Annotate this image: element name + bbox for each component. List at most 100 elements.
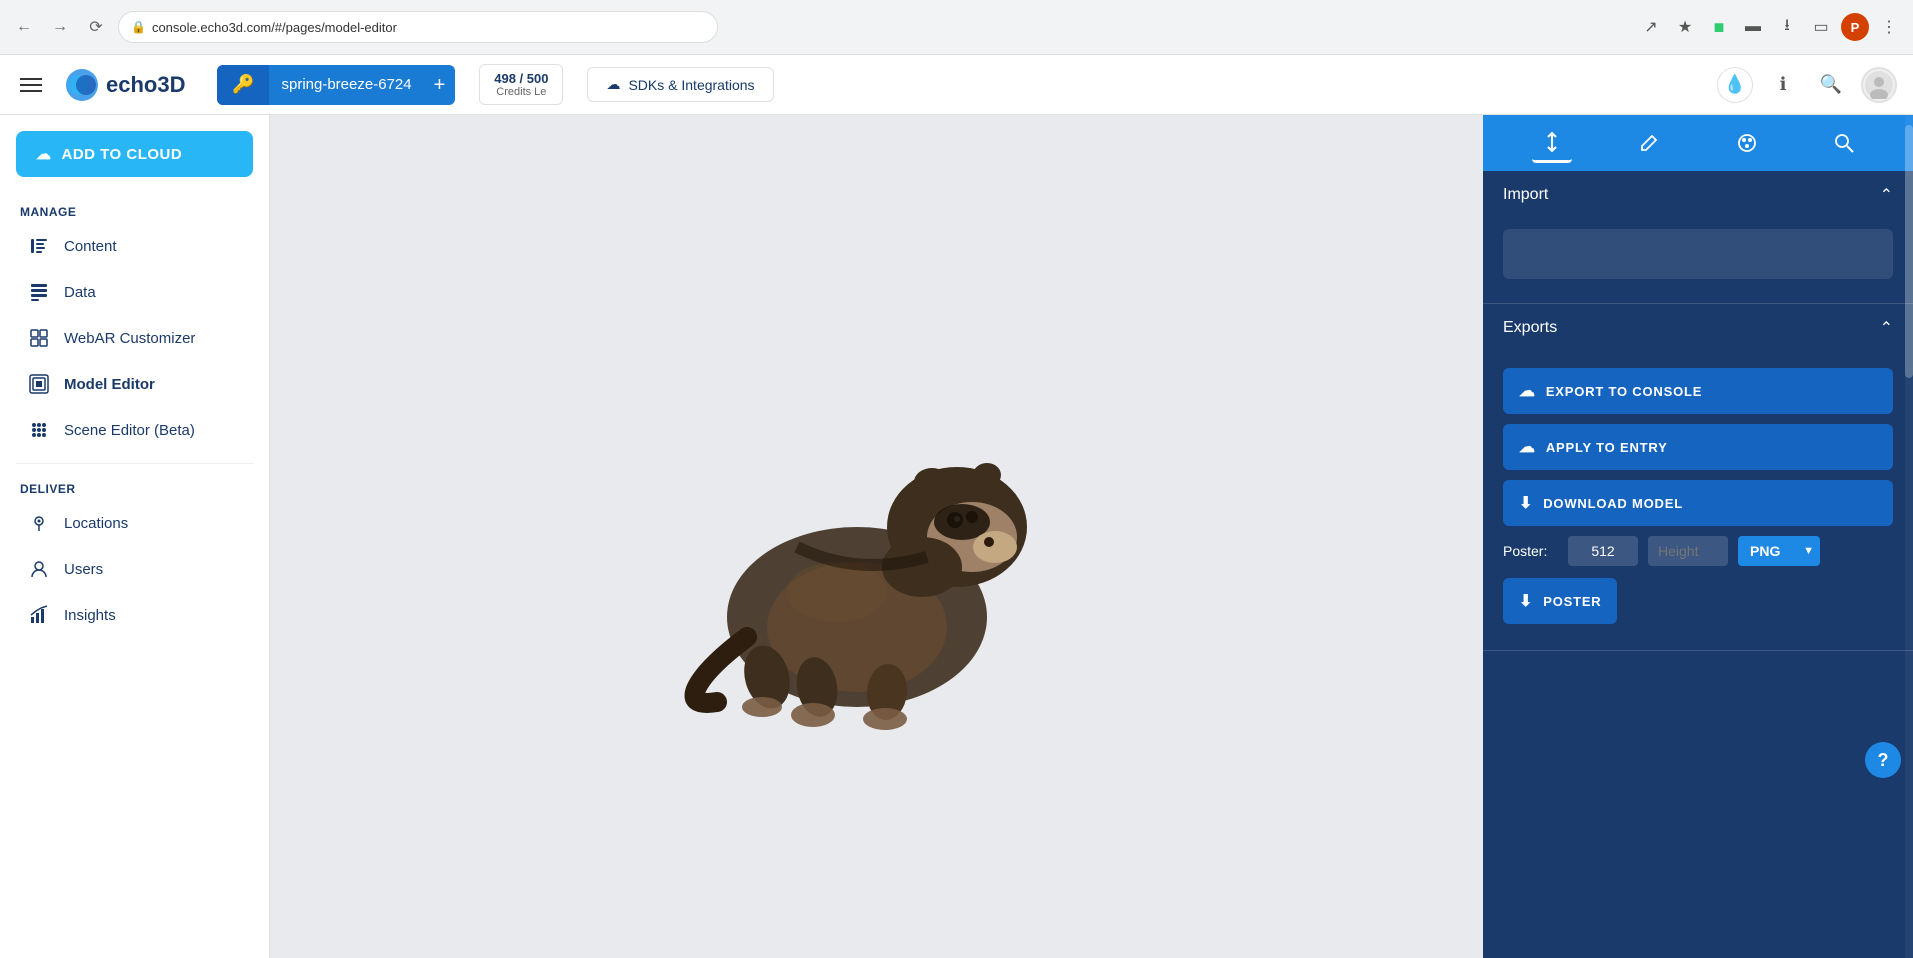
forward-button[interactable]: → — [46, 13, 74, 41]
sidebar-item-scene-editor[interactable]: Scene Editor (Beta) — [8, 407, 261, 453]
project-selector[interactable]: 🔑 spring-breeze-6724 + — [217, 65, 455, 105]
exports-section: Exports ⌃ ☁ EXPORT TO CONSOLE ☁ APPLY TO… — [1483, 304, 1913, 651]
hamburger-menu-button[interactable] — [16, 69, 48, 101]
sidebar-scene-editor-label: Scene Editor (Beta) — [64, 422, 195, 439]
sidebar: ☁ ADD TO CLOUD MANAGE Content Data — [0, 115, 270, 958]
address-bar[interactable]: 🔒 console.echo3d.com/#/pages/model-edito… — [118, 11, 718, 43]
search-tool-button[interactable] — [1824, 123, 1864, 163]
top-nav-right: 💧 ℹ 🔍 — [1717, 67, 1897, 103]
format-select-wrapper: PNG JPG WEBP ▼ — [1738, 536, 1820, 566]
sidebar-manage-title: MANAGE — [0, 197, 269, 223]
sidebar-divider — [16, 463, 253, 464]
add-to-cloud-icon: ☁ — [36, 145, 52, 163]
hamburger-line-3 — [20, 90, 42, 92]
share-icon[interactable]: ↗ — [1637, 13, 1665, 41]
panel-scrollbar[interactable] — [1905, 115, 1913, 958]
export-console-label: EXPORT TO CONSOLE — [1546, 384, 1702, 399]
browser-right-icons: ↗ ★ ■ ▬ ⭳ ▭ P ⋮ — [1637, 13, 1903, 41]
import-section-header[interactable]: Import ⌃ — [1483, 171, 1913, 219]
export-to-console-button[interactable]: ☁ EXPORT TO CONSOLE — [1503, 368, 1893, 414]
import-section-content — [1483, 219, 1913, 303]
sidebar-item-webar[interactable]: WebAR Customizer — [8, 315, 261, 361]
download-model-button[interactable]: ⬇ DOWNLOAD MODEL — [1503, 480, 1893, 526]
exports-chevron: ⌃ — [1880, 318, 1893, 338]
apply-entry-label: APPLY TO ENTRY — [1546, 440, 1668, 455]
import-title: Import — [1503, 186, 1548, 204]
locations-icon — [28, 512, 50, 534]
model-viewport — [270, 115, 1483, 958]
sidebar-item-locations[interactable]: Locations — [8, 500, 261, 546]
user-avatar[interactable] — [1861, 67, 1897, 103]
info-button[interactable]: ℹ — [1765, 67, 1801, 103]
sdk-integrations-button[interactable]: ☁ SDKs & Integrations — [587, 67, 773, 102]
sidebar-webar-label: WebAR Customizer — [64, 330, 195, 347]
content-icon — [28, 235, 50, 257]
apply-to-entry-button[interactable]: ☁ APPLY TO ENTRY — [1503, 424, 1893, 470]
app-container: echo3D 🔑 spring-breeze-6724 + 498 / 500 … — [0, 55, 1913, 958]
chrome-user-avatar[interactable]: P — [1841, 13, 1869, 41]
poster-height-placeholder[interactable] — [1648, 536, 1728, 566]
reload-button[interactable]: ⟳ — [82, 13, 110, 41]
users-icon — [28, 558, 50, 580]
exports-title: Exports — [1503, 319, 1557, 337]
hamburger-line-2 — [20, 84, 42, 86]
sidebar-item-content[interactable]: Content — [8, 223, 261, 269]
sidebar-deliver-title: DELIVER — [0, 474, 269, 500]
exports-section-header[interactable]: Exports ⌃ — [1483, 304, 1913, 352]
import-drop-area[interactable] — [1503, 229, 1893, 279]
search-icon — [1833, 132, 1855, 154]
sidebar-users-label: Users — [64, 561, 103, 578]
water-drop-icon[interactable]: 💧 — [1717, 67, 1753, 103]
sidebar-item-insights[interactable]: Insights — [8, 592, 261, 638]
chrome-menu-icon[interactable]: ⋮ — [1875, 13, 1903, 41]
sidebar-model-editor-label: Model Editor — [64, 376, 155, 393]
sidebar-locations-label: Locations — [64, 515, 128, 532]
data-icon — [28, 281, 50, 303]
project-name: spring-breeze-6724 — [269, 76, 423, 93]
ferret-model — [617, 327, 1137, 747]
project-key-icon: 🔑 — [217, 65, 269, 105]
sidebar-content-label: Content — [64, 238, 117, 255]
add-to-cloud-button[interactable]: ☁ ADD TO CLOUD — [16, 131, 253, 177]
back-button[interactable]: ← — [10, 13, 38, 41]
logo[interactable]: echo3D — [64, 67, 185, 103]
bookmark-icon[interactable]: ★ — [1671, 13, 1699, 41]
materials-tool-button[interactable] — [1727, 123, 1767, 163]
extension-green-icon[interactable]: ■ — [1705, 13, 1733, 41]
edit-tool-button[interactable] — [1629, 123, 1669, 163]
cast-icon[interactable]: ▭ — [1807, 13, 1835, 41]
sidebar-data-label: Data — [64, 284, 96, 301]
poster-button[interactable]: ⬇ POSTER — [1503, 578, 1617, 624]
echo3d-logo-icon — [64, 67, 100, 103]
help-button[interactable]: ? — [1865, 742, 1901, 778]
poster-format-select[interactable]: PNG JPG WEBP — [1738, 536, 1820, 566]
poster-icon: ⬇ — [1519, 591, 1533, 611]
poster-label-btn: POSTER — [1543, 594, 1601, 609]
exports-section-content: ☁ EXPORT TO CONSOLE ☁ APPLY TO ENTRY ⬇ D… — [1483, 352, 1913, 650]
transform-tool-button[interactable] — [1532, 123, 1572, 163]
browser-chrome: ← → ⟳ 🔒 console.echo3d.com/#/pages/model… — [0, 0, 1913, 55]
main-content: ☁ ADD TO CLOUD MANAGE Content Data — [0, 115, 1913, 958]
sidebar-item-data[interactable]: Data — [8, 269, 261, 315]
avatar-svg — [1865, 71, 1893, 99]
panel-scrollbar-thumb — [1905, 125, 1913, 378]
export-console-icon: ☁ — [1519, 381, 1536, 401]
download-model-label: DOWNLOAD MODEL — [1543, 496, 1683, 511]
add-project-button[interactable]: + — [424, 75, 456, 95]
credits-badge: 498 / 500 Credits Le — [479, 64, 563, 105]
download-icon[interactable]: ⭳ — [1773, 13, 1801, 41]
credits-value: 498 / 500 — [494, 71, 548, 86]
poster-height-input[interactable] — [1568, 536, 1638, 566]
sidebar-item-model-editor[interactable]: Model Editor — [8, 361, 261, 407]
sidebar-item-users[interactable]: Users — [8, 546, 261, 592]
panel-toolbar — [1483, 115, 1913, 171]
3d-model-display — [270, 115, 1483, 958]
import-section: Import ⌃ — [1483, 171, 1913, 304]
extension-puzzle-icon[interactable]: ▬ — [1739, 13, 1767, 41]
search-button[interactable]: 🔍 — [1813, 67, 1849, 103]
poster-label: Poster: — [1503, 543, 1558, 559]
right-panel: Import ⌃ Exports ⌃ ☁ EXPORT TO CONSOLE — [1483, 115, 1913, 958]
insights-icon — [28, 604, 50, 626]
edit-icon — [1638, 132, 1660, 154]
model-editor-icon — [28, 373, 50, 395]
